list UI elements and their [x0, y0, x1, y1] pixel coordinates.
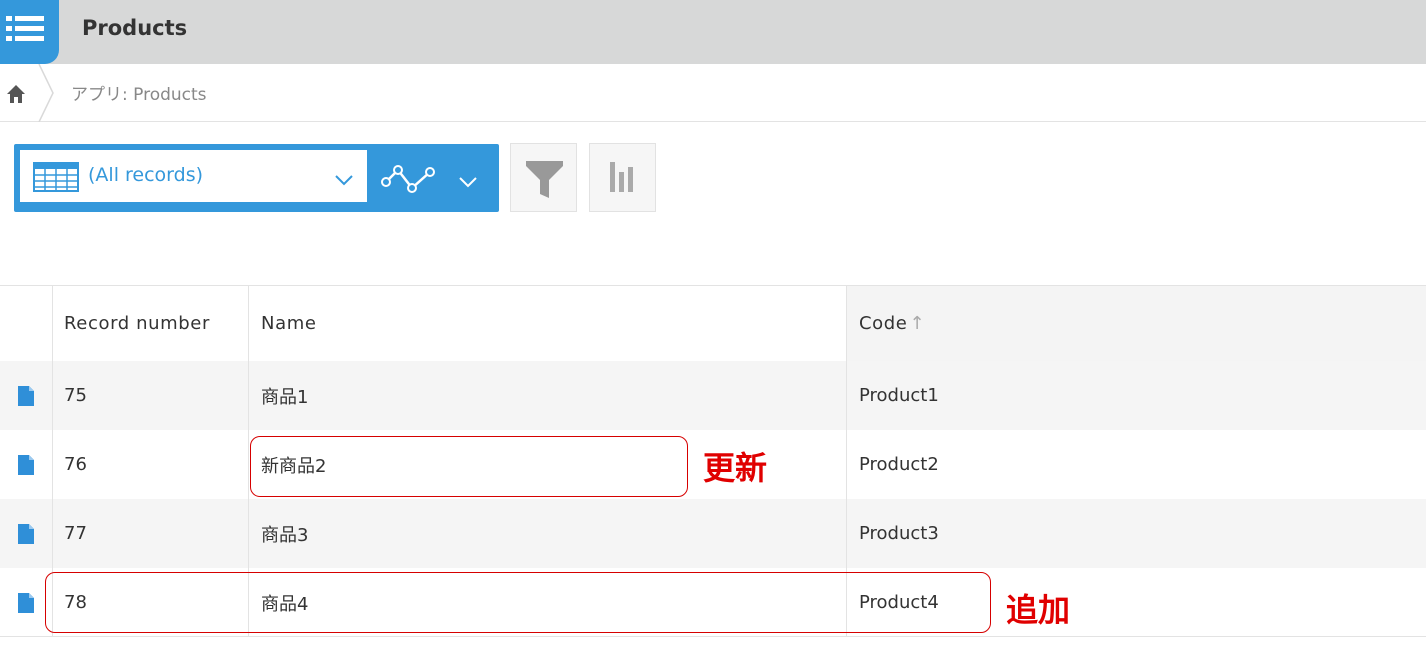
header-name[interactable]: Name — [249, 286, 847, 361]
view-label: (All records) — [88, 164, 204, 186]
view-dropdown[interactable]: (All records) — [20, 150, 367, 202]
document-icon — [18, 592, 34, 613]
home-icon[interactable] — [6, 84, 26, 108]
cell-code: Product3 — [859, 523, 939, 544]
cell-record-number: 77 — [53, 499, 249, 568]
chevron-down-icon[interactable] — [458, 173, 478, 192]
list-icon[interactable] — [0, 0, 59, 64]
document-icon — [18, 385, 34, 406]
cell-record-number: 75 — [53, 361, 249, 430]
update-annotation: 更新 — [703, 449, 768, 487]
table-row[interactable]: 75 商品1 Product1 — [0, 361, 1426, 430]
table-row[interactable]: 77 商品3 Product3 — [0, 499, 1426, 568]
record-detail-link[interactable] — [0, 430, 53, 499]
update-highlight-box — [250, 436, 688, 497]
chevron-down-icon — [334, 171, 354, 190]
line-graph-icon[interactable] — [380, 162, 440, 200]
cell-code: Product1 — [859, 385, 939, 406]
header-code[interactable]: Code ↑ — [847, 286, 1426, 361]
filter-funnel-icon — [526, 161, 563, 198]
add-annotation: 追加 — [1006, 591, 1071, 629]
document-icon — [18, 523, 34, 544]
filter-button[interactable] — [510, 143, 577, 212]
app-header: Products — [0, 0, 1426, 64]
cell-name: 商品1 — [249, 361, 847, 430]
graph-button[interactable] — [589, 143, 656, 212]
table-bottom-border — [0, 636, 1426, 637]
breadcrumb-app-link[interactable]: アプリ: Products — [71, 80, 207, 105]
record-detail-link[interactable] — [0, 499, 53, 568]
view-selector: (All records) — [14, 144, 499, 212]
add-highlight-box — [45, 572, 991, 633]
cell-code: Product2 — [859, 454, 939, 475]
sort-asc-icon: ↑ — [909, 313, 926, 334]
document-icon — [18, 454, 34, 475]
record-detail-link[interactable] — [0, 361, 53, 430]
table-icon — [33, 162, 79, 196]
cell-record-number: 76 — [53, 430, 249, 499]
breadcrumb-separator — [38, 63, 54, 126]
bar-chart-icon — [610, 162, 633, 192]
header-cell-blank — [0, 286, 53, 361]
breadcrumb: アプリ: Products — [0, 63, 1426, 123]
app-title: Products — [82, 16, 188, 40]
table-header-row: Record number Name Code ↑ — [0, 285, 1426, 361]
cell-name: 商品3 — [249, 499, 847, 568]
header-record-number[interactable]: Record number — [53, 286, 249, 361]
